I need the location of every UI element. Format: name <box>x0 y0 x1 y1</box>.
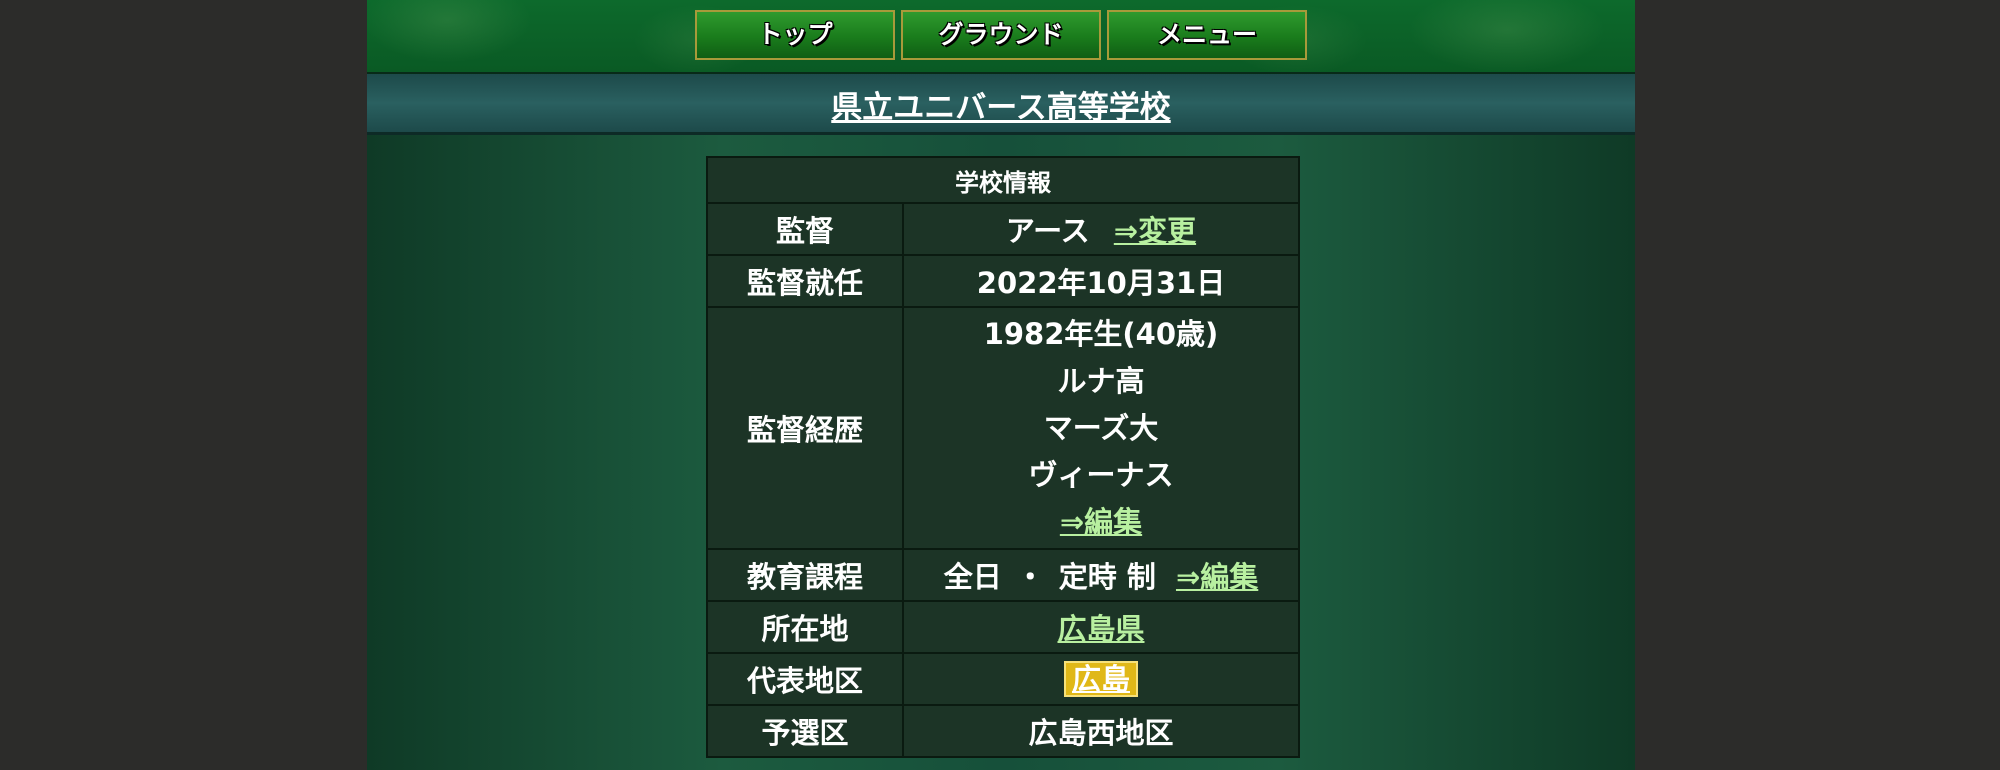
table-header: 学校情報 <box>706 156 1300 204</box>
manager-name: アース <box>1005 214 1090 248</box>
district-cell: 広島 <box>902 652 1300 706</box>
edit-curriculum-link[interactable]: ⇒編集 <box>1176 560 1258 594</box>
career-label: 監督経歴 <box>706 306 904 550</box>
school-info-table: 学校情報 監督 アース ⇒変更 監督就任 2022年10月31日 監督経歴 19… <box>706 156 1300 758</box>
curriculum-full: 全日 <box>943 560 1002 594</box>
table-row-district: 代表地区 広島 <box>706 652 1300 706</box>
district-badge-link[interactable]: 広島 <box>1063 661 1138 697</box>
curriculum-cell: 全日・定時 制 ⇒編集 <box>902 548 1300 602</box>
career-team: ヴィーナス <box>1028 457 1174 492</box>
table-row-manager: 監督 アース ⇒変更 <box>706 202 1300 256</box>
change-manager-link[interactable]: ⇒変更 <box>1114 214 1196 248</box>
appointed-label: 監督就任 <box>706 254 904 308</box>
curriculum-label: 教育課程 <box>706 548 904 602</box>
prelim-label: 予選区 <box>706 704 904 758</box>
manager-cell: アース ⇒変更 <box>902 202 1300 256</box>
page: トップ グラウンド メニュー 県立ユニバース高等学校 学校情報 監督 アース ⇒… <box>367 0 1635 770</box>
table-row-curriculum: 教育課程 全日・定時 制 ⇒編集 <box>706 548 1300 602</box>
location-link[interactable]: 広島県 <box>1057 612 1144 646</box>
location-cell: 広島県 <box>902 600 1300 654</box>
manager-label: 監督 <box>706 202 904 256</box>
school-name-link[interactable]: 県立ユニバース高等学校 <box>831 82 1170 127</box>
career-cell: 1982年生(40歳) ルナ高 マーズ大 ヴィーナス ⇒編集 <box>902 306 1300 550</box>
table-row-appointed: 監督就任 2022年10月31日 <box>706 254 1300 308</box>
curriculum-separator: ・ <box>1015 560 1045 594</box>
prelim-value: 広島西地区 <box>902 704 1300 758</box>
district-label: 代表地区 <box>706 652 904 706</box>
curriculum-part: 定時 制 <box>1058 560 1156 594</box>
table-row-prelim: 予選区 広島西地区 <box>706 704 1300 758</box>
menu-button[interactable]: メニュー <box>1107 10 1307 60</box>
career-highschool: ルナ高 <box>1057 363 1145 398</box>
title-band: 県立ユニバース高等学校 <box>367 74 1635 135</box>
location-label: 所在地 <box>706 600 904 654</box>
top-button[interactable]: トップ <box>695 10 895 60</box>
appointed-date: 2022年10月31日 <box>902 254 1300 308</box>
top-nav: トップ グラウンド メニュー <box>367 0 1635 74</box>
career-birth: 1982年生(40歳) <box>983 316 1219 351</box>
ground-button[interactable]: グラウンド <box>901 10 1101 60</box>
career-university: マーズ大 <box>1043 410 1159 445</box>
edit-career-link[interactable]: ⇒編集 <box>1060 505 1142 539</box>
table-row-location: 所在地 広島県 <box>706 600 1300 654</box>
table-row-career: 監督経歴 1982年生(40歳) ルナ高 マーズ大 ヴィーナス ⇒編集 <box>706 306 1300 550</box>
